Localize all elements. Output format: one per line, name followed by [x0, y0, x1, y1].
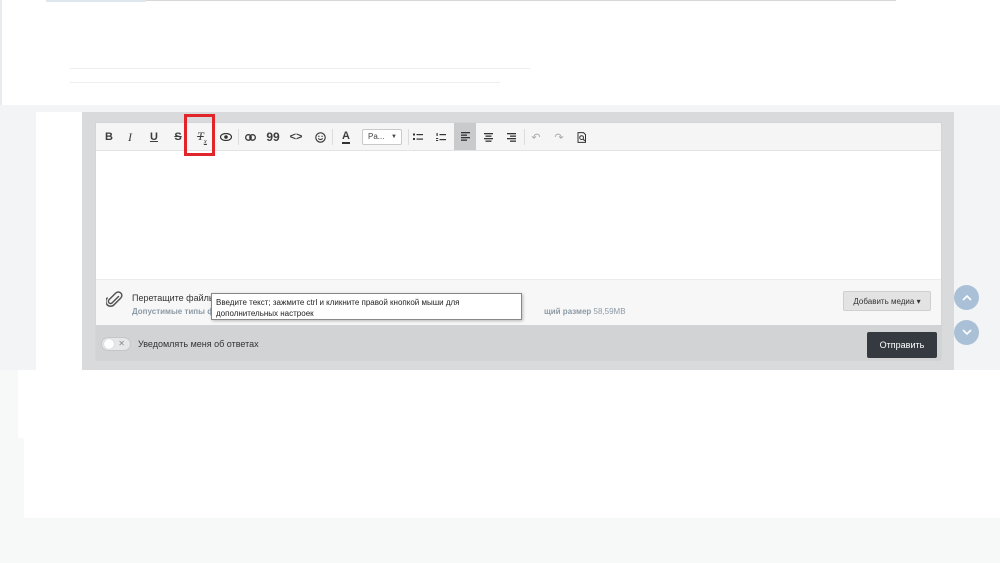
editor-content-area[interactable] [96, 151, 941, 279]
top-rule [46, 0, 896, 1]
font-color-button[interactable]: A [336, 127, 356, 147]
preview-icon [577, 131, 586, 143]
quote-button[interactable]: 99 [263, 127, 283, 147]
align-left-button[interactable] [454, 123, 476, 150]
max-size-label: щий размер [544, 307, 592, 316]
bullet-list-icon [413, 133, 423, 140]
top-rule-accent [46, 0, 146, 2]
max-size-value: 58,59MB [593, 307, 626, 316]
italic-icon: I [128, 129, 132, 144]
align-center-button[interactable] [478, 127, 498, 147]
emoji-icon [314, 131, 326, 143]
left-gutter [36, 112, 82, 370]
preview-button[interactable] [572, 127, 592, 147]
toolbar-divider [524, 129, 525, 145]
quote-icon: 99 [266, 130, 280, 144]
link-icon [244, 133, 256, 141]
submit-button[interactable]: Отправить [867, 332, 937, 358]
chevron-up-icon [961, 294, 972, 301]
bold-icon: B [105, 131, 113, 143]
faint-line [70, 82, 500, 83]
underline-button[interactable]: U [144, 127, 164, 147]
bullet-list-button[interactable] [408, 127, 428, 147]
dropzone-max-size: щий размер 58,59MB [544, 307, 626, 316]
bold-button[interactable]: B [99, 127, 119, 147]
font-color-icon: A [342, 129, 350, 144]
paperclip-icon [106, 291, 123, 307]
code-icon: <> [289, 131, 303, 143]
preview-eye-button[interactable] [216, 127, 236, 147]
notify-label: Уведомлять меня об ответах [138, 339, 259, 349]
left-edge [0, 0, 2, 105]
toggle-off-icon: ✕ [118, 339, 125, 348]
undo-button[interactable]: ↶ [526, 127, 546, 147]
editor-footer: ✕ Уведомлять меня об ответах Отправить [96, 325, 941, 361]
redo-button[interactable]: ↷ [549, 127, 569, 147]
scroll-down-button[interactable] [954, 320, 979, 345]
chevron-down-icon [961, 329, 972, 336]
emoji-button[interactable] [310, 127, 330, 147]
toolbar-divider [332, 129, 333, 145]
numbered-list-button[interactable] [431, 127, 451, 147]
faint-line [70, 68, 530, 69]
strikethrough-icon: S [174, 131, 182, 143]
italic-button[interactable]: I [120, 127, 140, 147]
lower-white-block-2 [24, 438, 1000, 518]
tooltip: Введите текст; зажмите ctrl и кликните п… [211, 293, 522, 320]
numbered-list-icon [436, 132, 446, 141]
dropzone-allowed-types: Допустимые типы ф [132, 307, 215, 316]
align-left-icon [460, 132, 470, 141]
comment-editor: B I U S Tx 99 <> A Pa... ▼ ↶ ↷ Перетащит… [95, 122, 942, 361]
editor-toolbar: B I U S Tx 99 <> A Pa... ▼ ↶ ↷ [96, 123, 941, 151]
add-media-button[interactable]: Добавить медиа ▾ [843, 291, 931, 311]
paragraph-format-select[interactable]: Pa... ▼ [362, 129, 402, 145]
toggle-knob [104, 339, 114, 349]
code-button[interactable]: <> [286, 127, 306, 147]
eye-icon [220, 133, 232, 141]
notify-toggle[interactable]: ✕ [101, 337, 131, 351]
align-right-icon [506, 132, 516, 142]
align-right-button[interactable] [501, 127, 521, 147]
underline-icon: U [150, 131, 158, 143]
clear-formatting-highlight [184, 114, 215, 156]
scroll-up-button[interactable] [954, 285, 979, 310]
align-center-icon [483, 132, 493, 142]
dropzone-title: Перетащите файлы [132, 293, 216, 303]
undo-icon: ↶ [531, 131, 541, 144]
lower-white-block [18, 370, 1000, 438]
paragraph-format-value: Pa... [368, 132, 385, 141]
toolbar-divider [238, 129, 239, 145]
redo-icon: ↷ [554, 131, 564, 144]
link-button[interactable] [240, 127, 260, 147]
caret-down-icon: ▼ [391, 134, 397, 140]
